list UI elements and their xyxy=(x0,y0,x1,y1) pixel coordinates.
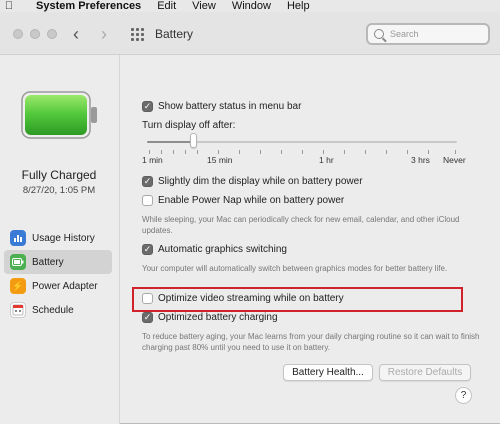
power-nap-note: While sleeping, your Mac can periodicall… xyxy=(142,215,460,235)
forward-arrow-icon[interactable]: › xyxy=(101,24,107,44)
sidebar: Fully Charged 8/27/20, 1:05 PM Usage His… xyxy=(0,55,120,424)
battery-status: Fully Charged xyxy=(21,168,97,182)
bar-chart-icon xyxy=(10,230,26,246)
slider-tick xyxy=(218,150,219,154)
slider-label-never: Never xyxy=(443,155,466,165)
slider-tick xyxy=(428,150,429,154)
checkbox-unchecked-icon xyxy=(142,195,153,206)
menu-help[interactable]: Help xyxy=(287,0,310,12)
checkbox-checked-icon: ✓ xyxy=(142,101,153,112)
slider-tick xyxy=(173,150,174,154)
checkbox-label: Enable Power Nap while on battery power xyxy=(158,195,345,206)
slider-tick xyxy=(323,150,324,154)
charged-date: 8/27/20, 1:05 PM xyxy=(22,185,96,196)
sidebar-item-label: Battery xyxy=(32,256,64,268)
checkbox-unchecked-icon xyxy=(142,293,153,304)
battery-health-button[interactable]: Battery Health... xyxy=(283,364,373,381)
optimized-charging-checkbox[interactable]: ✓ Optimized battery charging xyxy=(142,312,278,323)
graphics-note: Your computer will automatically switch … xyxy=(142,264,448,273)
checkbox-checked-icon: ✓ xyxy=(142,176,153,187)
checkbox-checked-icon: ✓ xyxy=(142,244,153,255)
zoom-button[interactable] xyxy=(47,29,57,39)
slider-tick xyxy=(407,150,408,154)
battery-full-icon xyxy=(21,91,97,139)
checkbox-label: Optimized battery charging xyxy=(158,312,278,323)
sidebar-item-label: Power Adapter xyxy=(32,280,98,292)
sidebar-item-usage-history[interactable]: Usage History xyxy=(4,226,112,250)
power-nap-checkbox[interactable]: Enable Power Nap while on battery power xyxy=(142,195,344,206)
slider-tick xyxy=(239,150,240,154)
slider-fill xyxy=(147,141,194,143)
search-field[interactable]: Search xyxy=(366,23,490,45)
back-arrow-icon[interactable]: ‹ xyxy=(73,24,79,44)
checkbox-label: Optimize video streaming while on batter… xyxy=(158,293,344,304)
slider-tick xyxy=(149,150,150,154)
optimize-video-checkbox[interactable]: Optimize video streaming while on batter… xyxy=(142,293,344,304)
slider-tick xyxy=(386,150,387,154)
menu-bar:  System Preferences Edit View Window He… xyxy=(0,0,500,12)
show-battery-status-checkbox[interactable]: ✓ Show battery status in menu bar xyxy=(142,101,301,112)
turn-display-off-label: Turn display off after: xyxy=(142,120,236,131)
sidebar-nav: Usage History Battery ⚡ Power Adapter Sc… xyxy=(4,226,112,322)
slider-tick xyxy=(197,150,198,154)
checkbox-label: Show battery status in menu bar xyxy=(158,101,302,112)
search-icon xyxy=(374,29,384,39)
menu-system-preferences[interactable]: System Preferences xyxy=(36,0,141,12)
slider-label-15min: 15 min xyxy=(207,155,233,165)
close-button[interactable] xyxy=(13,29,23,39)
battery-icon xyxy=(10,254,26,270)
slider-thumb[interactable] xyxy=(190,133,197,148)
dim-display-checkbox[interactable]: ✓ Slightly dim the display while on batt… xyxy=(142,176,363,187)
checkbox-label: Slightly dim the display while on batter… xyxy=(158,176,363,187)
sidebar-item-label: Schedule xyxy=(32,304,74,316)
sidebar-item-label: Usage History xyxy=(32,232,95,244)
optimized-charging-note: To reduce battery aging, your Mac learns… xyxy=(142,332,480,352)
calendar-icon xyxy=(10,302,26,318)
slider-tick xyxy=(302,150,303,154)
window-controls xyxy=(13,29,57,39)
title-bar: ‹ › Battery Search xyxy=(0,12,500,55)
help-button[interactable]: ? xyxy=(455,387,472,404)
slider-tick xyxy=(185,150,186,154)
apple-icon[interactable]:  xyxy=(0,0,18,12)
sidebar-item-schedule[interactable]: Schedule xyxy=(4,298,112,322)
slider-tick xyxy=(161,150,162,154)
lightning-icon: ⚡ xyxy=(10,278,26,294)
graphics-switching-checkbox[interactable]: ✓ Automatic graphics switching xyxy=(142,244,287,255)
minimize-button[interactable] xyxy=(30,29,40,39)
show-all-grid-icon[interactable] xyxy=(131,28,144,41)
sidebar-item-power-adapter[interactable]: ⚡ Power Adapter xyxy=(4,274,112,298)
restore-defaults-button[interactable]: Restore Defaults xyxy=(379,364,471,381)
menu-view[interactable]: View xyxy=(192,0,216,12)
slider-tick xyxy=(281,150,282,154)
slider-tick xyxy=(260,150,261,154)
slider-tick xyxy=(455,150,456,154)
checkbox-label: Automatic graphics switching xyxy=(158,244,287,255)
slider-label-1min: 1 min xyxy=(142,155,163,165)
slider-tick xyxy=(365,150,366,154)
battery-settings-panel: ✓ Show battery status in menu bar Turn d… xyxy=(121,55,500,424)
slider-tick xyxy=(344,150,345,154)
window-title: Battery xyxy=(155,27,194,41)
sidebar-item-battery[interactable]: Battery xyxy=(4,250,112,274)
slider-label-1hr: 1 hr xyxy=(319,155,334,165)
preferences-window: ‹ › Battery Search Fully Charged 8/27/20… xyxy=(0,12,500,424)
search-placeholder: Search xyxy=(390,29,419,39)
checkbox-checked-icon: ✓ xyxy=(142,312,153,323)
menu-edit[interactable]: Edit xyxy=(157,0,176,12)
slider-label-3hrs: 3 hrs xyxy=(411,155,430,165)
menu-window[interactable]: Window xyxy=(232,0,271,12)
